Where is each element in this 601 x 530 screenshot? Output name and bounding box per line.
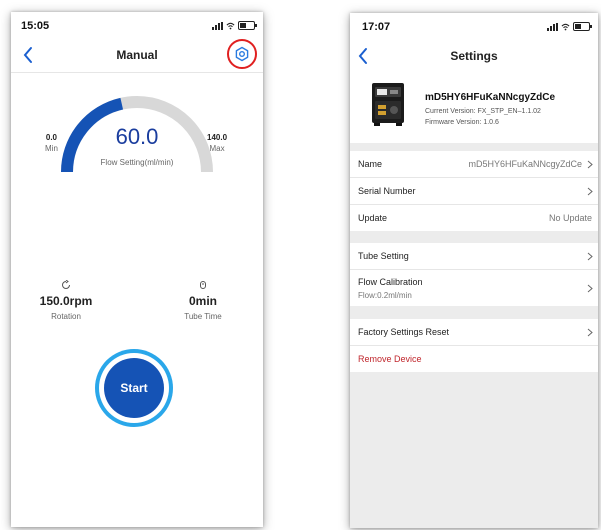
status-time: 17:07 xyxy=(362,21,391,33)
nav-bar: Manual xyxy=(11,38,263,73)
timer-icon xyxy=(200,281,206,289)
wifi-icon xyxy=(226,22,235,29)
signal-icon xyxy=(547,22,558,31)
device-actions-group: Factory Settings Reset Remove Device xyxy=(350,319,598,372)
device-settings-group: Name mD5HY6HFuKaNNcgyZdCe Serial Number … xyxy=(350,151,598,231)
chevron-right-icon xyxy=(587,187,593,196)
status-time: 15:05 xyxy=(21,20,50,32)
gear-icon xyxy=(235,46,249,62)
chevron-right-icon xyxy=(587,160,593,169)
settings-screen: 17:07 Settings mD5HY6HFuKaNNcgyZdCe Curr… xyxy=(350,13,598,528)
rotation-icon xyxy=(62,280,70,289)
battery-icon xyxy=(238,21,257,30)
flow-value: 60.0 xyxy=(115,124,159,149)
tube-settings-group: Tube Setting Flow Calibration Flow:0.2ml… xyxy=(350,243,598,306)
nav-bar: Settings xyxy=(350,39,598,73)
status-bar: 17:07 xyxy=(350,13,598,39)
chevron-right-icon xyxy=(587,328,593,337)
manual-screen: 15:05 Manual 0.0 Min 140.0 Max 60.0 Flow… xyxy=(11,12,263,527)
device-info: mD5HY6HFuKaNNcgyZdCe Current Version: FX… xyxy=(350,73,598,143)
tube-setting-row[interactable]: Tube Setting xyxy=(350,243,598,270)
chevron-right-icon xyxy=(587,252,593,261)
rotation-stat: 150.0rpm Rotation xyxy=(29,280,103,321)
battery-icon xyxy=(573,22,592,31)
start-button[interactable]: Start xyxy=(104,358,164,418)
device-icon xyxy=(372,83,404,126)
firmware-version: Firmware Version: 1.0.6 xyxy=(425,119,499,126)
page-title: Settings xyxy=(450,49,498,63)
wifi-icon xyxy=(561,23,570,30)
settings-button[interactable] xyxy=(227,39,257,69)
name-row[interactable]: Name mD5HY6HFuKaNNcgyZdCe xyxy=(350,151,598,178)
flow-calibration-row[interactable]: Flow Calibration Flow:0.2ml/min xyxy=(350,270,598,306)
current-version: Current Version: FX_STP_EN–1.1.02 xyxy=(425,108,541,115)
serial-number-row[interactable]: Serial Number xyxy=(350,178,598,205)
status-bar: 15:05 xyxy=(11,12,263,38)
flow-label: Flow Setting(ml/min) xyxy=(100,158,174,167)
factory-reset-row[interactable]: Factory Settings Reset xyxy=(350,319,598,346)
chevron-right-icon xyxy=(587,284,593,293)
remove-device-row[interactable]: Remove Device xyxy=(350,346,598,372)
tube-time-stat: 0min Tube Time xyxy=(163,280,243,321)
page-title: Manual xyxy=(116,48,158,62)
update-row[interactable]: Update No Update xyxy=(350,205,598,231)
start-button-ring: Start xyxy=(95,349,173,427)
remove-device-button[interactable]: Remove Device xyxy=(358,354,422,364)
device-name: mD5HY6HFuKaNNcgyZdCe xyxy=(425,92,556,103)
signal-icon xyxy=(212,21,223,30)
